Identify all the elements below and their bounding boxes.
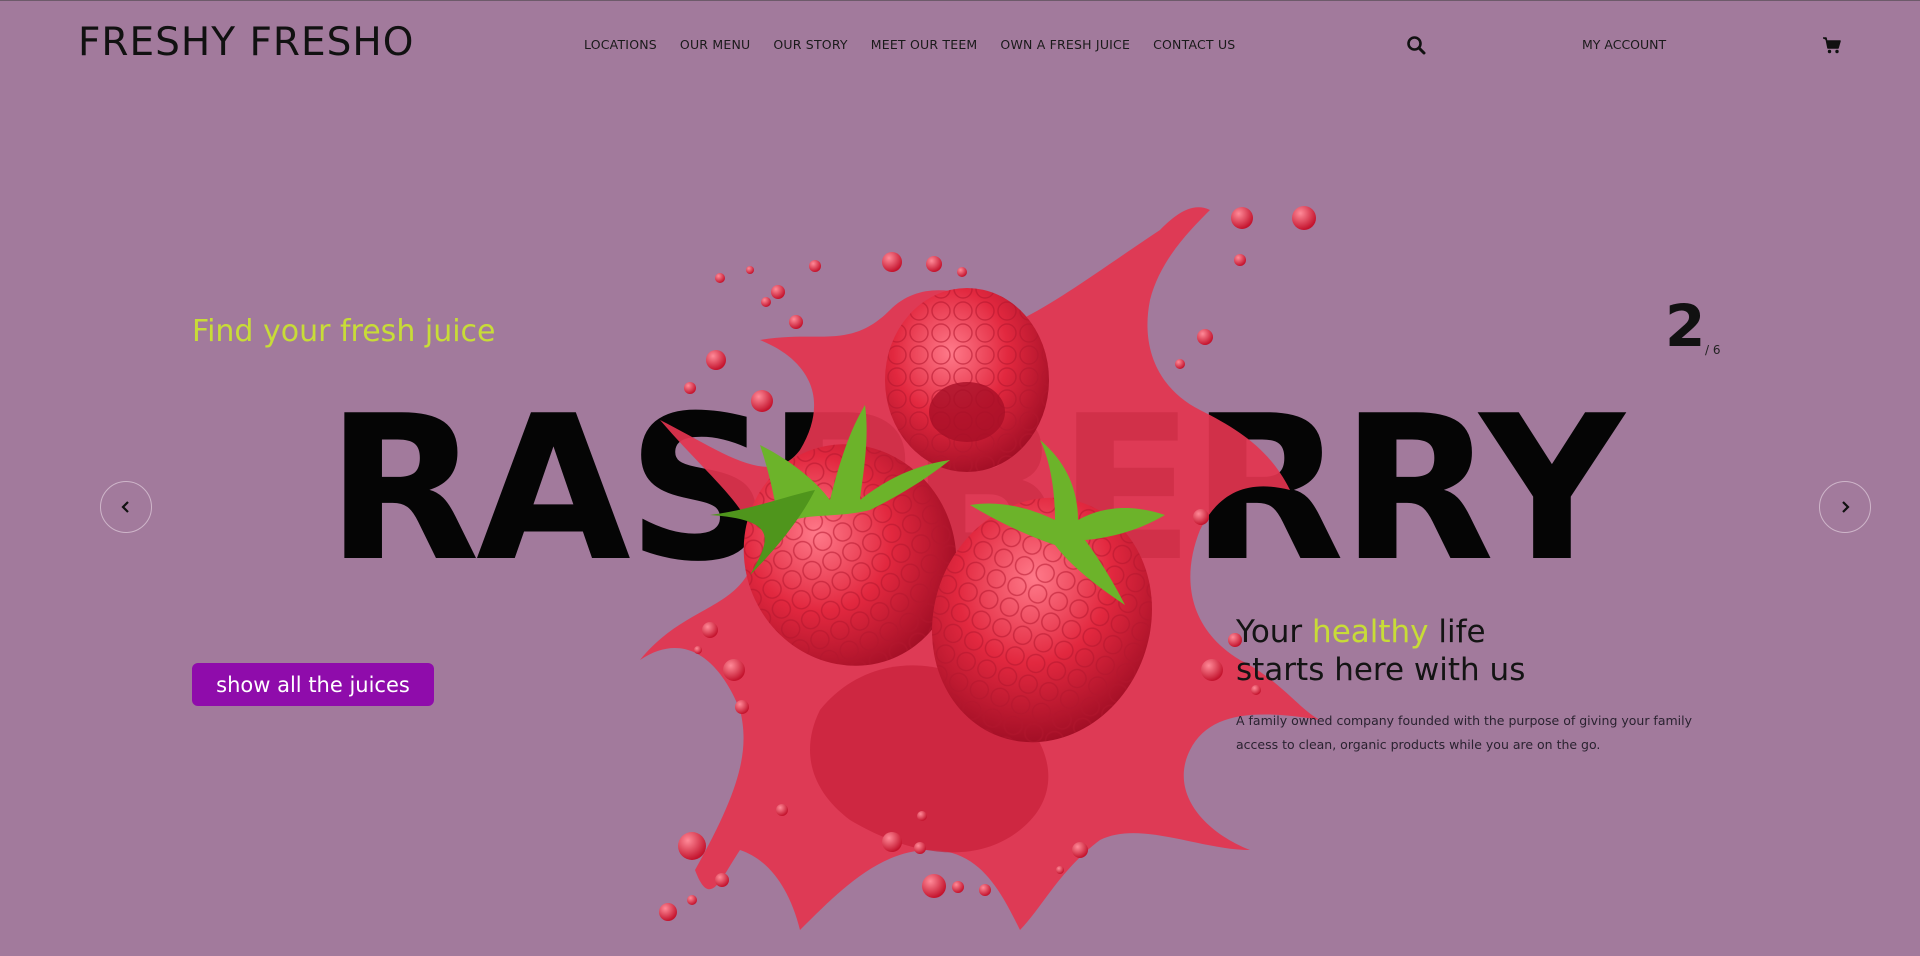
prev-slide-button[interactable]: [100, 481, 152, 533]
chevron-left-icon: [121, 501, 129, 513]
slide-total-count: / 6: [1705, 343, 1721, 357]
nav-locations[interactable]: LOCATIONS: [584, 37, 657, 52]
raspberry-top: [885, 288, 1049, 472]
nav-own-a-fresh-juice[interactable]: OWN A FRESH JUICE: [1000, 37, 1130, 52]
brand-logo[interactable]: FRESHY FRESHO: [78, 20, 414, 65]
hero-description: A family owned company founded with the …: [1236, 713, 1693, 752]
top-border: [0, 0, 1920, 1]
search-icon[interactable]: [1406, 35, 1426, 55]
hero-tagline: Find your fresh juice: [192, 314, 496, 349]
headline-line-2: starts here with us: [1236, 652, 1526, 688]
nav-contact-us[interactable]: CONTACT US: [1153, 37, 1235, 52]
headline-suffix: life: [1438, 614, 1486, 650]
main-nav: LOCATIONS OUR MENU OUR STORY MEET OUR TE…: [584, 37, 1258, 52]
raspberry-splash-illustration: [640, 206, 1320, 931]
show-all-juices-button[interactable]: show all the juices: [192, 663, 434, 706]
chevron-right-icon: [1842, 501, 1850, 513]
headline-highlight: healthy: [1312, 614, 1429, 650]
my-account-link[interactable]: MY ACCOUNT: [1582, 37, 1666, 52]
headline-prefix: Your: [1236, 614, 1303, 650]
nav-meet-our-team[interactable]: MEET OUR TEEM: [871, 37, 978, 52]
next-slide-button[interactable]: [1819, 481, 1871, 533]
nav-our-menu[interactable]: OUR MENU: [680, 37, 750, 52]
nav-our-story[interactable]: OUR STORY: [773, 37, 847, 52]
slide-current-number: 2: [1665, 292, 1706, 360]
cart-icon[interactable]: [1822, 36, 1842, 54]
hero-headline: Your healthy life starts here with us: [1236, 613, 1525, 689]
